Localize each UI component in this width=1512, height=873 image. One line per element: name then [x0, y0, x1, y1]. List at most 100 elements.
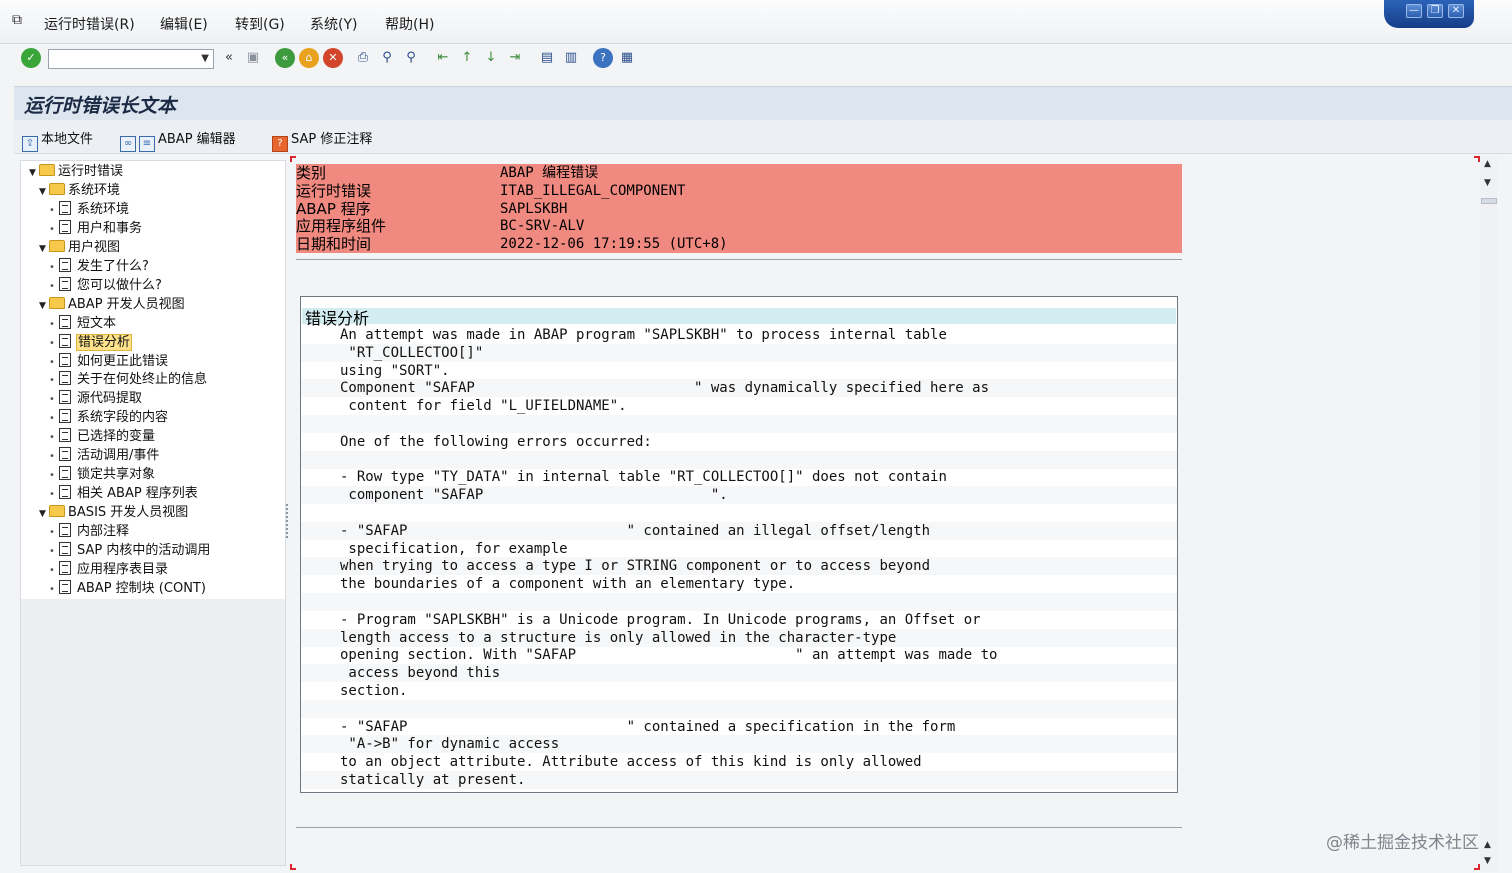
watermark: @稀土掘金技术社区 — [1326, 833, 1479, 853]
scroll-page-up-icon[interactable]: ▲ — [1484, 840, 1491, 850]
tree-node-label: 内部注释 — [77, 524, 130, 540]
menu-help[interactable]: 帮助(H) — [385, 14, 434, 34]
tree-folder-node[interactable]: ▼ 运行时错误 — [29, 162, 123, 181]
scroll-down-icon[interactable]: ▼ — [1484, 856, 1491, 866]
tree-leaf-node[interactable]: • 如何更正此错误 — [49, 352, 168, 371]
glasses-icon: ∞ — [120, 136, 136, 152]
scroll-up-icon[interactable]: ▲ — [1484, 159, 1491, 169]
tree-folder-node[interactable]: ▼ BASIS 开发人员视图 — [39, 503, 188, 522]
scroll-thumb[interactable] — [1481, 198, 1497, 204]
check-icon[interactable]: ✓ — [21, 48, 41, 68]
tree-node-label: 系统字段的内容 — [77, 410, 169, 426]
menu-edit[interactable]: 编辑(E) — [160, 14, 208, 34]
tree-bullet-icon: • — [49, 280, 55, 292]
document-icon — [59, 485, 71, 500]
find-next-icon[interactable]: ⚲ — [401, 48, 421, 68]
tree-leaf-node[interactable]: • 源代码提取 — [49, 389, 142, 408]
system-menu-icon[interactable]: ⧉ — [12, 13, 30, 27]
tree-bullet-icon: • — [49, 413, 55, 425]
analysis-text-line — [301, 415, 1177, 433]
chevron-down-icon[interactable]: ▼ — [201, 50, 209, 68]
document-icon — [59, 390, 71, 405]
print-icon[interactable]: ⎙ — [353, 48, 373, 68]
tree-leaf-node[interactable]: • 您可以做什么? — [49, 276, 162, 295]
restore-icon[interactable]: ❐ — [1427, 4, 1443, 18]
tree-node-label: 运行时错误 — [58, 164, 124, 179]
help-icon[interactable]: ? — [593, 48, 613, 68]
tree-leaf-node[interactable]: • 锁定共享对象 — [49, 465, 155, 484]
exit-icon[interactable]: ⌂ — [299, 48, 319, 68]
tree-node-label: 用户视图 — [68, 239, 121, 255]
menu-runtime-error[interactable]: 运行时错误(R) — [44, 14, 135, 34]
first-page-icon[interactable]: ⇤ — [433, 48, 453, 68]
tree-leaf-node[interactable]: • 用户和事务 — [49, 219, 142, 238]
expand-triangle-icon[interactable]: ▼ — [29, 164, 39, 183]
scroll-page-down-icon[interactable]: ▼ — [1484, 178, 1491, 188]
tree-node-label: 已选择的变量 — [77, 429, 156, 445]
tree-leaf-node[interactable]: • 发生了什么? — [49, 257, 149, 276]
create-session-icon[interactable]: ▤ — [537, 48, 557, 68]
tree-node-label: 发生了什么? — [77, 258, 149, 274]
analysis-text-line: access beyond this — [301, 664, 1177, 683]
previous-page-icon[interactable]: ↑ — [457, 48, 477, 68]
expand-triangle-icon[interactable]: ▼ — [39, 505, 49, 524]
tree-folder-node[interactable]: ▼ 系统环境 — [39, 181, 120, 200]
expand-triangle-icon[interactable]: ▼ — [39, 183, 49, 202]
tree-leaf-node[interactable]: • 已选择的变量 — [49, 427, 155, 446]
document-icon — [59, 447, 71, 462]
menu-goto[interactable]: 转到(G) — [235, 14, 285, 34]
document-icon — [59, 314, 71, 329]
tree-leaf-node[interactable]: • 活动调用/事件 — [49, 446, 159, 465]
analysis-text-line: An attempt was made in ABAP program "SAP… — [340, 327, 947, 343]
analysis-text-line — [301, 450, 1177, 469]
minimize-icon[interactable]: — — [1406, 4, 1422, 18]
tree-leaf-node[interactable]: • 应用程序表目录 — [49, 560, 168, 579]
expand-triangle-icon[interactable]: ▼ — [39, 240, 49, 259]
document-icon — [59, 542, 71, 556]
tree-leaf-node[interactable]: • 相关 ABAP 程序列表 — [49, 484, 198, 503]
close-icon[interactable]: ✕ — [1448, 4, 1464, 18]
folder-open-icon — [49, 296, 65, 309]
tree-leaf-node[interactable]: • ABAP 控制块 (CONT) — [49, 579, 206, 598]
tree-node-label: 应用程序表目录 — [77, 561, 169, 577]
vertical-scrollbar[interactable]: ▲ ▼ ▲ ▼ — [1480, 156, 1498, 872]
abap-editor-button[interactable]: ∞ ≡ ABAP 编辑器 — [120, 128, 236, 152]
shortcut-icon[interactable]: ▥ — [561, 48, 581, 68]
tree-node-label: 活动调用/事件 — [77, 448, 160, 464]
analysis-text-line: - Program "SAPLSKBH" is a Unicode progra… — [340, 611, 981, 628]
tree-leaf-node[interactable]: • 系统字段的内容 — [49, 408, 168, 427]
tree-node-label: 系统环境 — [68, 182, 121, 198]
tree-leaf-node[interactable]: • 短文本 — [49, 314, 116, 333]
tree-node-label: 用户和事务 — [77, 220, 143, 236]
tree-bullet-icon: • — [49, 527, 55, 539]
document-icon — [59, 409, 71, 424]
error-header-key: 日期和时间 — [296, 235, 372, 254]
last-page-icon[interactable]: ⇥ — [505, 48, 525, 68]
collapse-icon[interactable]: « — [219, 48, 239, 68]
folder-open-icon — [49, 505, 65, 518]
local-file-button[interactable]: ⇪ 本地文件 — [22, 128, 93, 152]
back-icon[interactable]: « — [275, 48, 295, 68]
tree-bullet-icon: • — [49, 223, 55, 235]
find-icon[interactable]: ⚲ — [377, 48, 397, 68]
customize-layout-icon[interactable]: ▦ — [617, 48, 637, 68]
tree-leaf-node[interactable]: • 内部注释 — [49, 522, 129, 541]
command-field[interactable]: ▼ — [48, 49, 214, 69]
tree-folder-node[interactable]: ▼ ABAP 开发人员视图 — [39, 295, 185, 314]
tree-leaf-node[interactable]: • 关于在何处终止的信息 — [49, 370, 207, 389]
tree-bullet-icon: • — [49, 337, 55, 349]
next-page-icon[interactable]: ↓ — [481, 48, 501, 68]
cancel-icon[interactable]: ✕ — [323, 48, 343, 68]
analysis-text-line: opening section. With "SAFAP " an attemp… — [340, 647, 998, 664]
tree-leaf-node[interactable]: • SAP 内核中的活动调用 — [49, 541, 210, 560]
menu-system[interactable]: 系统(Y) — [310, 14, 357, 34]
tree-bullet-icon: • — [49, 375, 55, 387]
tree-folder-node[interactable]: ▼ 用户视图 — [39, 238, 120, 257]
tree-bullet-icon: • — [49, 204, 55, 216]
expand-triangle-icon[interactable]: ▼ — [39, 297, 49, 316]
analysis-text-line: component "SAFAP ". — [301, 486, 1177, 505]
tree-leaf-node[interactable]: • 系统环境 — [49, 200, 129, 219]
tree-leaf-node[interactable]: • 错误分析 — [49, 333, 133, 352]
save-icon[interactable]: ▣ — [243, 48, 263, 68]
sap-note-button[interactable]: ? SAP 修正注释 — [272, 128, 372, 152]
